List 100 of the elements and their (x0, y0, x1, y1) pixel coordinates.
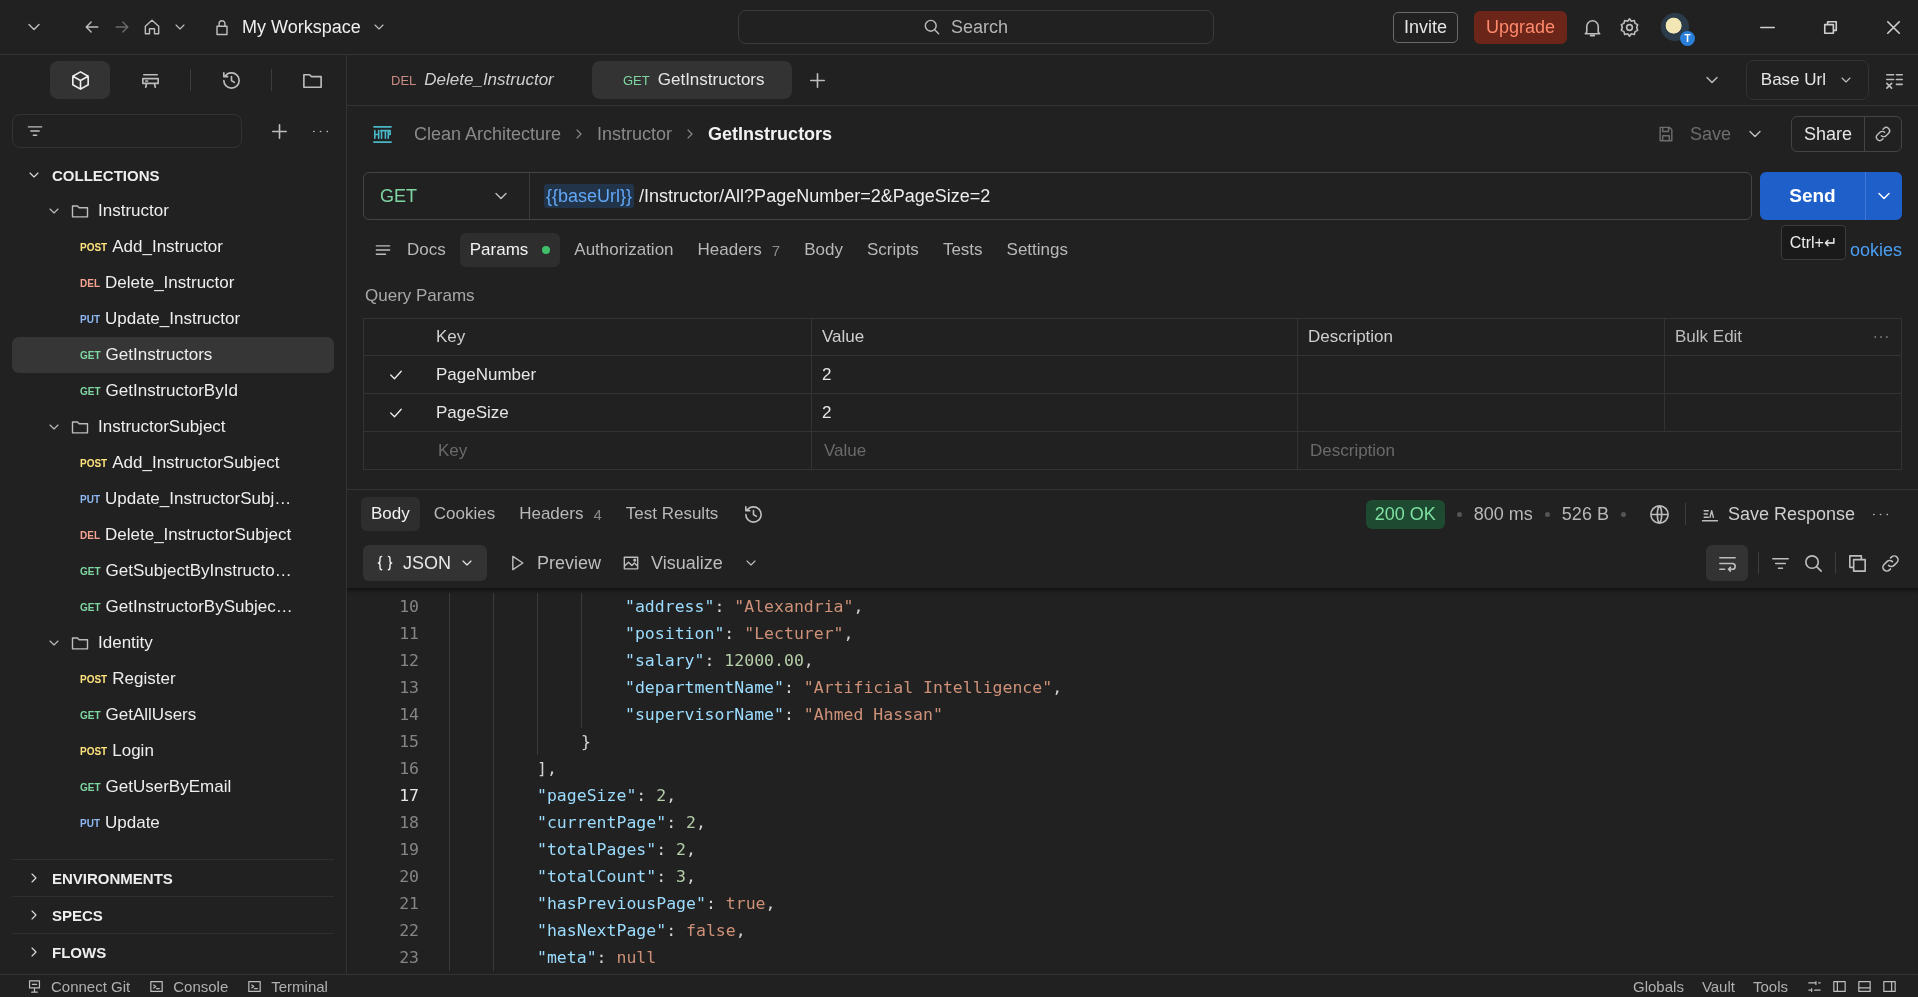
code-line: "hasNextPage": false, (537, 920, 746, 942)
section-header[interactable]: SPECS (52, 906, 103, 924)
method-selector[interactable]: GET (364, 173, 530, 219)
response-size: 526 B (1561, 503, 1609, 525)
cookies-link[interactable]: ookies (1849, 239, 1902, 261)
shortcut-tooltip: Ctrl+↵ (1780, 224, 1846, 260)
bulk-edit-link[interactable]: Bulk Edit (1675, 327, 1743, 347)
collections-tab[interactable] (50, 61, 110, 99)
code-line: "position": "Lecturer", (625, 623, 854, 645)
request-tab[interactable]: GET GetInstructors (591, 61, 792, 99)
breadcrumb-item[interactable]: GetInstructors (708, 123, 833, 145)
filter-field[interactable] (12, 114, 242, 148)
table-cell: 2 (822, 402, 832, 423)
folder-item[interactable]: InstructorSubject (98, 417, 226, 437)
avatar-badge: T (1680, 31, 1695, 46)
table-cell: 2 (822, 364, 832, 385)
code-line: "meta": null (537, 947, 657, 969)
request-item[interactable]: GET GetUserByEmail (12, 769, 334, 805)
line-number: 21 (398, 893, 419, 915)
value-input[interactable]: Value (822, 439, 1254, 462)
globe-icon[interactable] (1647, 502, 1671, 526)
section-header[interactable]: FLOWS (52, 943, 107, 961)
line-number: 19 (398, 839, 419, 861)
code-line: "currentPage": 2, (537, 812, 706, 834)
avatar[interactable] (1661, 13, 1689, 41)
request-item[interactable]: POST Register (12, 661, 334, 697)
request-tab-item[interactable]: Headers 7 (687, 233, 791, 267)
response-tab[interactable]: Body (361, 497, 420, 531)
description-input[interactable]: Description (1308, 439, 1846, 462)
save-response-button[interactable]: Save Response (1727, 503, 1855, 525)
request-tab-item[interactable]: Params (459, 233, 561, 267)
invite-button[interactable]: Invite (1392, 11, 1458, 43)
search-field[interactable]: Search (738, 10, 1214, 44)
request-item[interactable]: GET GetInstructors (12, 337, 334, 373)
line-number: 22 (398, 920, 419, 942)
request-tab-item[interactable]: Scripts (856, 233, 929, 267)
response-tab[interactable]: Headers 4 (509, 497, 612, 531)
section-header[interactable]: COLLECTIONS (52, 166, 160, 184)
folder-item[interactable]: Identity (98, 633, 153, 653)
request-item[interactable]: PUT Update (12, 805, 334, 841)
response-time: 800 ms (1473, 503, 1533, 525)
line-number: 18 (398, 812, 419, 834)
request-item[interactable]: DEL Delete_InstructorSubject (12, 517, 334, 553)
code-line: ], (537, 758, 557, 780)
url-field[interactable]: {{baseUrl}} /Instructor/All?PageNumber=2&PageSize=2 (544, 185, 1751, 207)
request-tab-item[interactable]: Authorization (564, 233, 684, 267)
link-icon[interactable] (1873, 124, 1893, 144)
line-number: 20 (398, 866, 419, 888)
home-icon[interactable] (142, 17, 162, 37)
line-number: 15 (398, 731, 419, 753)
visualize-button[interactable]: Visualize (651, 552, 723, 574)
line-number: 11 (398, 623, 419, 645)
request-item[interactable]: GET GetAllUsers (12, 697, 334, 733)
column-header: Value (822, 327, 865, 347)
code-line: "hasPreviousPage": true, (537, 893, 776, 915)
request-tab[interactable]: DEL Delete_Instructor (363, 61, 578, 99)
request-item[interactable]: GET GetInstructorById (12, 373, 334, 409)
section-title: Query Params (365, 286, 476, 307)
breadcrumb-item[interactable]: Instructor (597, 123, 673, 145)
request-item[interactable]: DEL Delete_Instructor (12, 265, 334, 301)
breadcrumb-item[interactable]: Clean Architecture (414, 123, 562, 145)
status-bar-item[interactable]: Tools (1752, 977, 1788, 995)
request-tab-item[interactable]: Docs (397, 233, 456, 267)
workspace-selector[interactable]: My Workspace (242, 16, 361, 38)
column-header: Description (1308, 327, 1394, 347)
request-tab-item[interactable]: Tests (932, 233, 993, 267)
request-item[interactable]: GET GetSubjectByInstructo… (12, 553, 334, 589)
line-number: 16 (398, 758, 419, 780)
settings-icon[interactable] (1618, 15, 1641, 39)
request-item[interactable]: POST Add_InstructorSubject (12, 445, 334, 481)
request-tab-item[interactable]: Settings (996, 233, 1078, 267)
status-bar-item[interactable]: Globals (1633, 977, 1684, 995)
upgrade-button[interactable]: Upgrade (1473, 10, 1567, 44)
request-tab-item[interactable]: Body (794, 233, 853, 267)
status-badge: 200 OK (1365, 499, 1445, 529)
response-tab[interactable]: Cookies (423, 497, 506, 531)
environment-selector[interactable]: Base Url (1745, 60, 1869, 100)
request-item[interactable]: PUT Update_InstructorSubj… (12, 481, 334, 517)
request-item[interactable]: POST Login (12, 733, 334, 769)
key-input[interactable]: Key (436, 439, 778, 462)
response-tab[interactable]: Test Results (615, 497, 729, 531)
code-line: "pageSize": 2, (537, 785, 677, 807)
request-item[interactable]: GET GetInstructorBySubjec… (12, 589, 334, 625)
table-cell: PageSize (436, 402, 509, 423)
preview-button[interactable]: Preview (537, 552, 602, 574)
request-item[interactable]: PUT Update_Instructor (12, 301, 334, 337)
status-bar-item[interactable]: Console (173, 977, 229, 995)
section-header[interactable]: ENVIRONMENTS (52, 869, 173, 887)
status-bar-item[interactable]: Terminal (271, 977, 328, 995)
code-line: "supervisorName": "Ahmed Hassan" (625, 704, 943, 726)
search-icon (922, 17, 942, 37)
line-number: 23 (398, 947, 419, 969)
braces-icon (375, 553, 395, 573)
column-header: Key (436, 327, 466, 347)
status-bar-item[interactable]: Connect Git (51, 977, 131, 995)
request-item[interactable]: POST Add_Instructor (12, 229, 334, 265)
status-bar-item[interactable]: Vault (1701, 977, 1735, 995)
table-cell: PageNumber (436, 364, 537, 385)
folder-item[interactable]: Instructor (98, 201, 169, 221)
line-number: 13 (398, 677, 419, 699)
